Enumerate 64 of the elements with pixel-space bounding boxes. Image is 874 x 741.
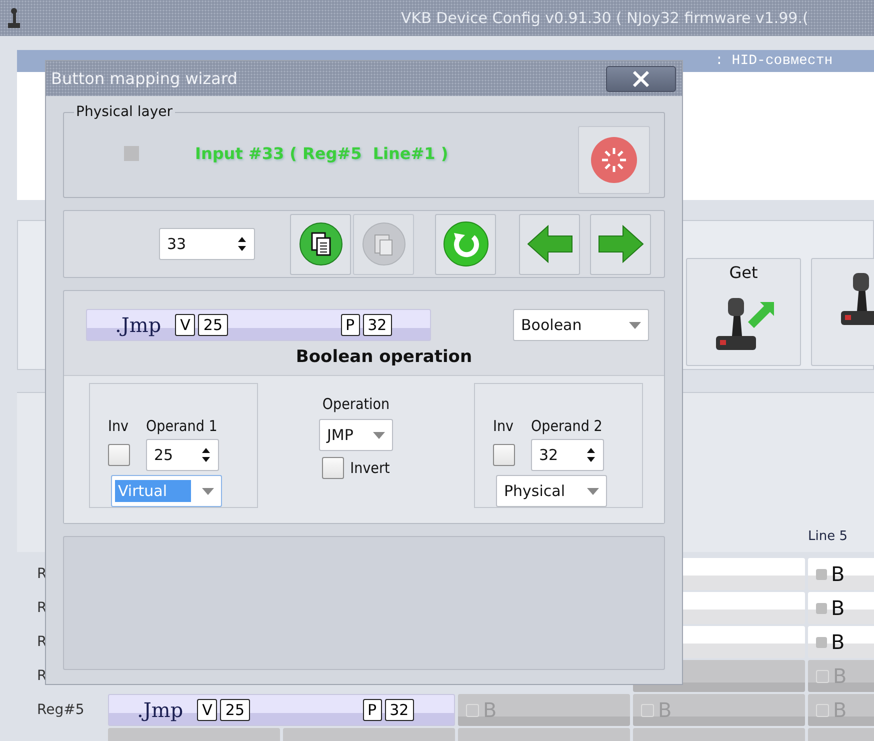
record-button[interactable] [578, 126, 650, 194]
operand-type-tag: P [362, 699, 382, 721]
inv-label: Inv [493, 417, 515, 435]
row-label: R [36, 565, 48, 584]
bit-cell[interactable]: B [808, 626, 874, 658]
invert-checkbox[interactable] [322, 457, 344, 479]
operand-value-tag: 25 [220, 699, 250, 721]
spin-arrows-icon[interactable] [201, 447, 211, 463]
operand-value-tag: 32 [384, 699, 414, 721]
operand-value-tag: 32 [362, 314, 392, 336]
inv-label: Inv [108, 417, 130, 435]
input-status: Input #33 ( Reg#5 Line#1 ) [195, 144, 448, 162]
spin-arrows-icon[interactable] [237, 236, 247, 252]
source-dropdown[interactable]: Physical [496, 475, 607, 507]
row-label: R [36, 599, 48, 618]
back-button[interactable] [519, 214, 580, 274]
inv-checkbox[interactable] [108, 444, 130, 466]
operation-heading: Boolean operation [296, 347, 472, 367]
reset-button[interactable] [435, 214, 496, 274]
close-button[interactable] [606, 66, 676, 92]
operand-spinner[interactable]: 25 [146, 439, 219, 471]
row-label: R [36, 633, 48, 652]
type-dropdown[interactable]: Boolean [513, 309, 649, 341]
copy-icon [298, 222, 342, 266]
operand-type-tag: V [175, 314, 196, 336]
caret-icon [629, 322, 641, 328]
operand-spinner[interactable]: 32 [531, 439, 604, 471]
row-label: R [36, 667, 48, 686]
operand-type-tag: V [197, 699, 218, 721]
invert-label: Invert [350, 459, 390, 477]
dialog-title: Button mapping wizard [51, 69, 238, 88]
bit-cell[interactable]: B [808, 558, 874, 590]
operand-label: Operand 1 [146, 417, 218, 435]
spin-arrows-icon[interactable] [586, 447, 596, 463]
caret-icon [373, 432, 385, 438]
left-arrow-icon [526, 224, 574, 264]
bit-cell[interactable]: B [808, 592, 874, 624]
caret-icon [587, 488, 599, 494]
spinner-icon [590, 136, 638, 184]
operation-label: Operation [322, 395, 390, 413]
operation-dropdown[interactable]: JMP [319, 419, 393, 451]
copy-button[interactable] [290, 214, 351, 274]
rotate-icon [442, 221, 488, 267]
group-legend: Physical layer [74, 104, 175, 120]
operand-label: Operand 2 [531, 417, 604, 435]
operand-value-tag: 25 [198, 314, 228, 336]
get-button[interactable]: Get [686, 258, 801, 366]
column-header: Line 5 [808, 529, 848, 544]
mapping-bar[interactable]: .Jmp V 25 P 32 [86, 309, 431, 341]
close-icon [632, 70, 650, 86]
caret-icon [202, 488, 214, 494]
right-arrow-icon [596, 224, 644, 264]
operand-type-tag: P [340, 314, 360, 336]
forward-button[interactable] [590, 214, 651, 274]
operation-label: .Jmp [115, 313, 162, 337]
window-title: VKB Device Config v0.91.30 ( NJoy32 firmware v1.99.( [401, 9, 808, 27]
row-label: Reg#5 [36, 701, 86, 720]
mapping-bar[interactable]: .Jmp V 25 P 32 [108, 694, 455, 726]
input-spinner[interactable]: 33 [159, 228, 255, 260]
operation-label: .Jmp [137, 698, 184, 722]
paste-icon [362, 222, 406, 266]
inv-checkbox[interactable] [493, 444, 515, 466]
device-name: : HID-совместн [715, 53, 833, 69]
joystick-icon [5, 7, 23, 29]
